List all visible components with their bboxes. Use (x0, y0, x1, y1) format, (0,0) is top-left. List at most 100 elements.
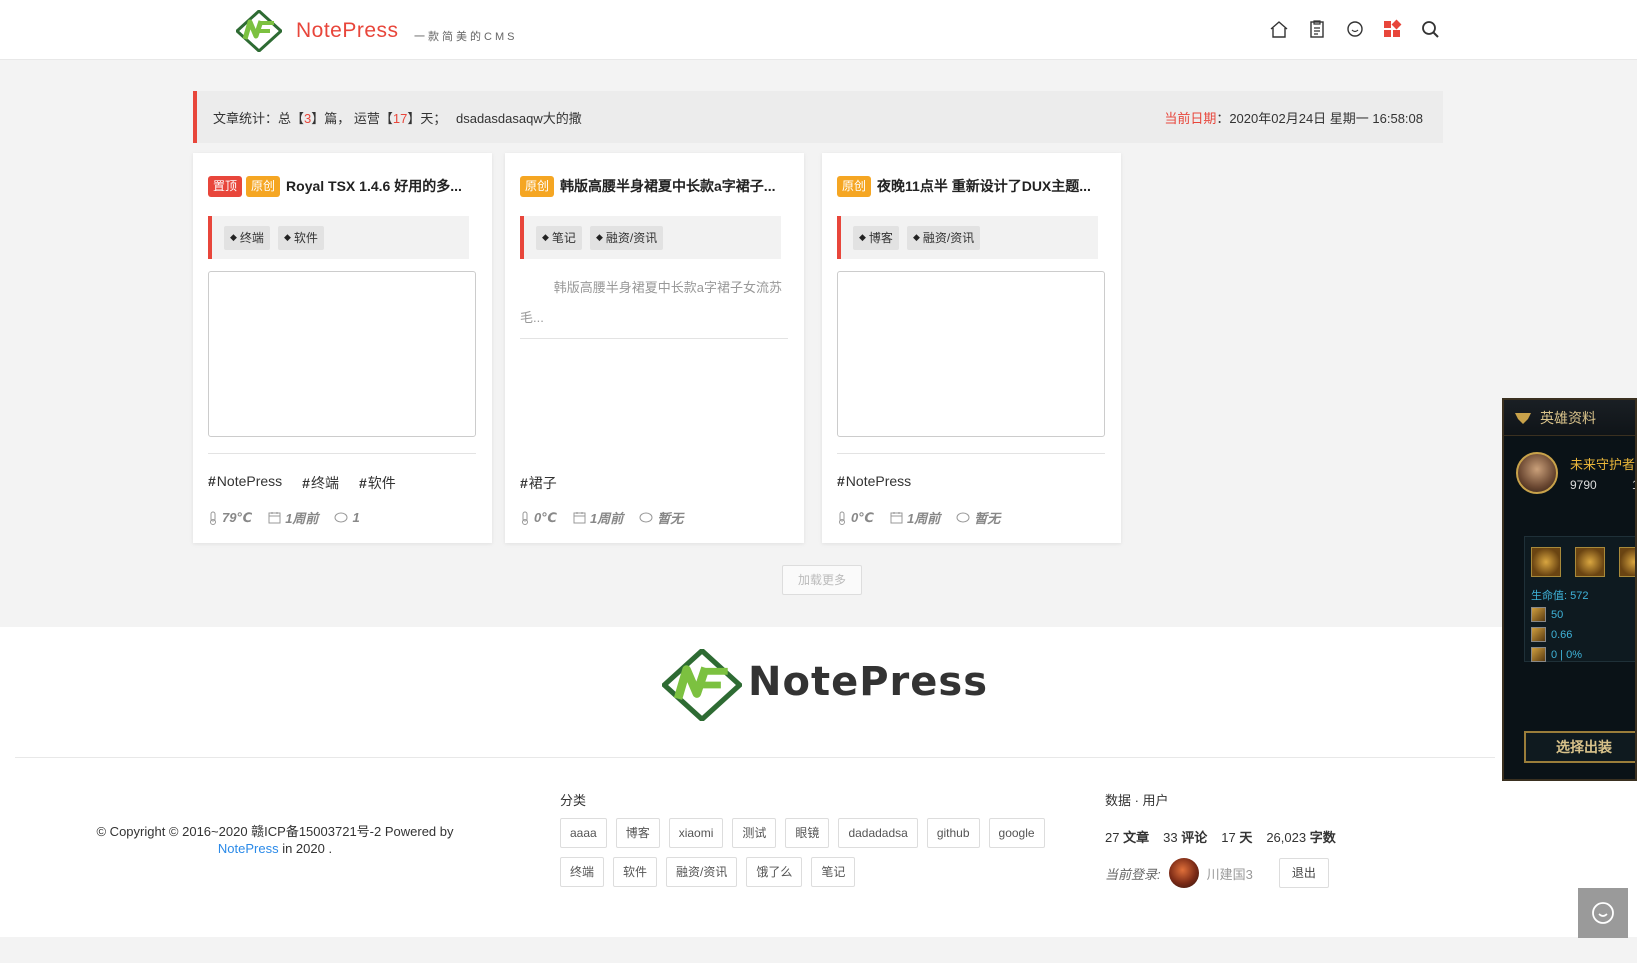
item-icon[interactable] (1619, 547, 1635, 577)
current-date: 当前日期：2020年02月24日 星期一 16:58:08 (1164, 108, 1423, 127)
hashtag-link[interactable]: #NotePress (837, 473, 911, 489)
hashtag-link[interactable]: #软件 (359, 473, 396, 493)
hero-value-1: 9790 (1570, 478, 1597, 492)
card-thumbnail[interactable] (837, 271, 1105, 437)
comment-meta: 1 (334, 508, 360, 527)
card-meta: 0℃ 1周前 暂无 (837, 508, 1000, 527)
card-title[interactable]: 韩版高腰半身裙夏中长款a字裙子... (560, 176, 775, 196)
card-thumbnail[interactable] (208, 271, 476, 437)
category-chip[interactable]: 融资/资讯 (666, 857, 738, 887)
card-hashtags: #NotePress (837, 473, 911, 489)
category-chip[interactable]: github (926, 818, 980, 848)
notepress-link[interactable]: NotePress (218, 841, 279, 856)
tag-chip[interactable]: ◆ 终端 (224, 225, 270, 250)
hashtag-link[interactable]: #裙子 (520, 473, 557, 493)
current-login: 当前登录: 川建国3 退出 (1105, 858, 1329, 888)
notepress-logo-icon[interactable] (236, 10, 282, 52)
tag-chip[interactable]: ◆ 博客 (853, 225, 899, 250)
clipboard-icon[interactable] (1306, 18, 1328, 40)
stats-summary: 文章统计：总【3】篇， 运营【17】天； dsadasdasaqw大的撒 (213, 110, 582, 126)
site-stats: 27 文章 33 评论 17 天 26,023 字数 (1105, 827, 1336, 846)
tag-icon: ◆ (542, 232, 549, 242)
footer-logo-text: NotePress (748, 659, 988, 705)
card-title[interactable]: 夜晚11点半 重新设计了DUX主题... (877, 176, 1091, 196)
footer-divider (15, 757, 1495, 758)
chat-float-button[interactable] (1578, 888, 1628, 938)
site-slogan: 一款简美的CMS (414, 31, 518, 43)
hero-profile-panel[interactable]: 英雄资料 未来守护者 9790 16 生命值: 572 50 0.66 0 | … (1502, 398, 1637, 781)
hero-portrait[interactable] (1516, 452, 1558, 494)
tag-icon: ◆ (283, 232, 291, 242)
time-meta: 1周前 (268, 508, 318, 527)
login-label: 当前登录: (1105, 866, 1161, 882)
tag-chip[interactable]: ◆ 笔记 (536, 225, 582, 250)
tag-chip[interactable]: ◆ 融资/资讯 (906, 225, 981, 250)
category-chip[interactable]: 测试 (732, 818, 777, 848)
avatar[interactable] (1168, 858, 1199, 888)
crit-icon (1531, 647, 1546, 662)
card-tags: ◆ 博客 ◆ 融资/资讯 (837, 216, 1098, 259)
hashtag-link[interactable]: #终端 (302, 473, 339, 493)
grid-apps-icon[interactable] (1381, 18, 1403, 40)
stats-message: dsadasdasaqw大的撒 (455, 110, 582, 126)
tag-chip[interactable]: ◆ 软件 (277, 225, 324, 250)
hero-panel-header: 英雄资料 (1504, 400, 1635, 436)
card-hashtags: #NotePress #终端 #软件 (208, 473, 396, 493)
hero-life: 生命值: 572 (1531, 590, 1589, 602)
running-days: 17 (392, 110, 408, 126)
card-title[interactable]: Royal TSX 1.4.6 好用的多... (286, 176, 462, 196)
tag-chip[interactable]: ◆ 融资/资讯 (589, 225, 664, 250)
hashtag-link[interactable]: #NotePress (208, 473, 282, 493)
original-badge: 原创 (520, 175, 555, 197)
article-card[interactable]: 原创 韩版高腰半身裙夏中长款a字裙子... ◆ 笔记 ◆ 融资/资讯 韩版高腰半身裙… (505, 153, 804, 543)
logout-button[interactable]: 退出 (1278, 858, 1329, 888)
category-chip[interactable]: dadadadsa (838, 818, 918, 848)
stat-articles: 27 文章 (1105, 830, 1150, 845)
category-chip[interactable]: 饿了么 (746, 857, 803, 887)
stat-comments: 33 评论 (1163, 830, 1208, 845)
hero-name: 未来守护者 (1570, 457, 1636, 472)
item-icon[interactable] (1575, 547, 1605, 577)
category-chip[interactable]: 笔记 (811, 857, 856, 887)
category-chip[interactable]: google (988, 818, 1045, 848)
date-label: 当前日期 (1164, 110, 1217, 126)
category-chip[interactable]: 终端 (560, 857, 605, 887)
category-chip[interactable]: 眼镜 (785, 818, 830, 848)
category-list-row2: 终端 软件 融资/资讯 饿了么 笔记 (560, 857, 856, 887)
home-icon[interactable] (1268, 18, 1290, 40)
article-card[interactable]: 置顶 原创 Royal TSX 1.4.6 好用的多... ◆ 终端 ◆ 软件 #N… (193, 153, 492, 543)
top-header: NotePress 一款简美的CMS (0, 0, 1637, 60)
hero-stat-attack: 50 (1531, 607, 1563, 622)
category-chip[interactable]: xiaomi (668, 818, 724, 848)
item-icon[interactable] (1531, 547, 1561, 577)
temperature-meta: 0℃ (837, 508, 874, 527)
category-chip[interactable]: aaaa (560, 818, 607, 848)
calendar-icon (268, 512, 281, 524)
data-users-title: 数据 · 用户 (1105, 793, 1169, 808)
temperature-meta: 0℃ (520, 508, 557, 527)
tag-icon: ◆ (595, 232, 603, 242)
category-chip[interactable]: 软件 (613, 857, 658, 887)
card-title-row: 置顶 原创 Royal TSX 1.4.6 好用的多... (208, 175, 478, 197)
thermometer-icon (210, 511, 216, 525)
site-logo-text[interactable]: NotePress (296, 19, 399, 43)
card-title-row: 原创 夜晚11点半 重新设计了DUX主题... (837, 175, 1107, 197)
original-badge: 原创 (837, 175, 872, 197)
site-footer: NotePress © Copyright © 2016~2020 赣ICP备1… (0, 627, 1637, 937)
date-value: ：2020年02月24日 星期一 16:58:08 (1216, 110, 1423, 126)
search-icon[interactable] (1419, 18, 1441, 40)
load-more-button[interactable]: 加载更多 (782, 565, 862, 595)
card-title-row: 原创 韩版高腰半身裙夏中长款a字裙子... (520, 175, 790, 197)
card-tags: ◆ 终端 ◆ 软件 (208, 216, 469, 259)
username[interactable]: 川建国3 (1207, 864, 1253, 883)
category-chip[interactable]: 博客 (615, 818, 660, 848)
chat-bubble-icon[interactable] (1344, 18, 1366, 40)
article-card[interactable]: 原创 夜晚11点半 重新设计了DUX主题... ◆ 博客 ◆ 融资/资讯 #Note… (822, 153, 1121, 543)
choose-build-button[interactable]: 选择出装 (1524, 731, 1635, 763)
time-meta: 1周前 (573, 508, 623, 527)
notepress-logo-icon (662, 649, 742, 721)
category-list-row1: aaaa 博客 xiaomi 测试 眼镜 dadadadsa github go… (560, 818, 1045, 848)
speed-icon (1531, 627, 1546, 642)
footer-logo[interactable]: NotePress (662, 649, 987, 721)
copyright: © Copyright © 2016~2020 赣ICP备15003721号-2… (96, 824, 454, 856)
